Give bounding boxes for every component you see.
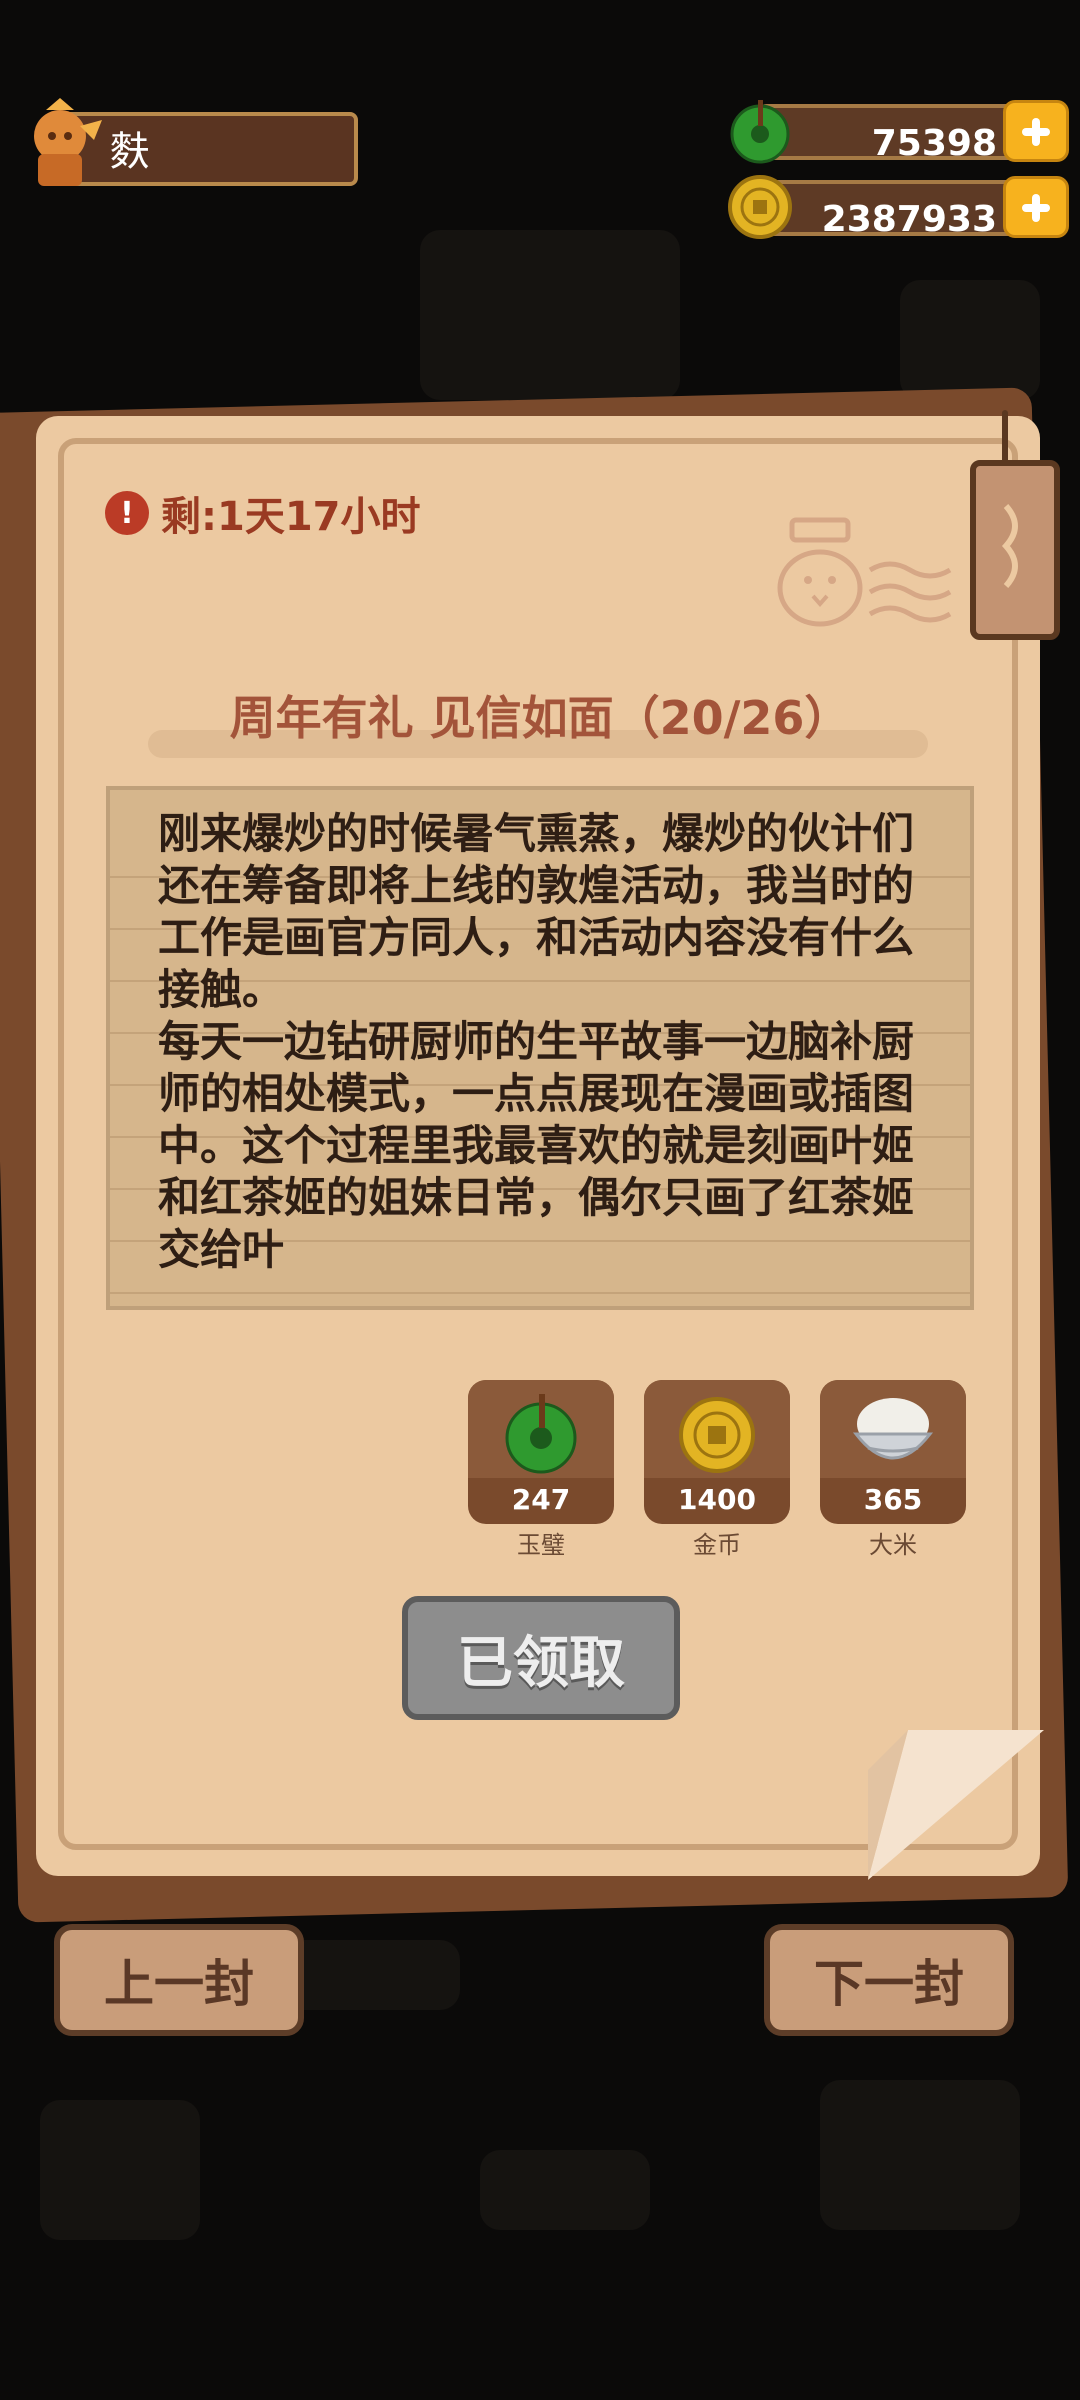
alert-icon: ! [105,491,149,535]
next-letter-label: 下一封 [814,1955,964,2013]
reward-label: 玉璧 [517,1531,565,1559]
coin-amount: 2387933 [821,199,997,240]
letter-body: 刚来爆炒的时候暑气熏蒸，爆炒的伙计们还在筹备即将上线的敦煌活动，我当时的工作是画… [158,809,915,1274]
jade-amount-pill: 75398 [755,104,1045,164]
claim-button[interactable]: 已领取 [402,1596,680,1720]
coin-currency: 2387933 [725,172,1069,242]
add-jade-button[interactable] [1003,100,1069,162]
page-corner-fold [868,1730,1044,1880]
letter-text-box[interactable]: 刚来爆炒的时候暑气熏蒸，爆炒的伙计们还在筹备即将上线的敦煌活动，我当时的工作是画… [106,786,974,1310]
jade-icon [730,100,790,164]
coin-amount-pill: 2387933 [755,180,1045,240]
timer-text: 剩:1天17小时 [161,494,421,540]
previous-letter-button[interactable]: 上一封 [54,1924,304,2036]
letter-title: 周年有礼 见信如面（20/26） [229,691,851,745]
reward-jade: 247 玉璧 [468,1380,614,1564]
jade-icon [505,1394,577,1474]
jade-currency: 75398 [725,96,1069,166]
avatar-icon[interactable] [18,96,104,192]
time-remaining: ! 剩:1天17小时 [105,488,421,540]
reward-label: 金币 [693,1531,741,1559]
add-coin-button[interactable] [1003,176,1069,238]
next-letter-button[interactable]: 下一封 [764,1924,1014,2036]
duck-stamp-icon [777,517,952,627]
jade-amount: 75398 [871,123,997,164]
player-name: 麩 [110,129,150,175]
reward-coin: 1400 金币 [644,1380,790,1564]
reward-count: 365 [863,1483,923,1516]
player-name-box: 麩 [62,112,358,186]
reward-count: 1400 [678,1483,756,1516]
gold-coin-icon [728,175,792,239]
rice-bowl-icon [852,1398,934,1460]
gold-coin-icon [679,1397,755,1473]
reward-rice: 365 大米 [820,1380,966,1564]
claim-button-label: 已领取 [457,1630,625,1696]
previous-letter-label: 上一封 [104,1955,254,2013]
player-info[interactable]: 麩 [18,96,358,192]
reward-count: 247 [511,1483,571,1516]
hanging-tag-icon [970,460,1060,640]
reward-label: 大米 [869,1531,917,1559]
tag-string [1002,410,1008,466]
